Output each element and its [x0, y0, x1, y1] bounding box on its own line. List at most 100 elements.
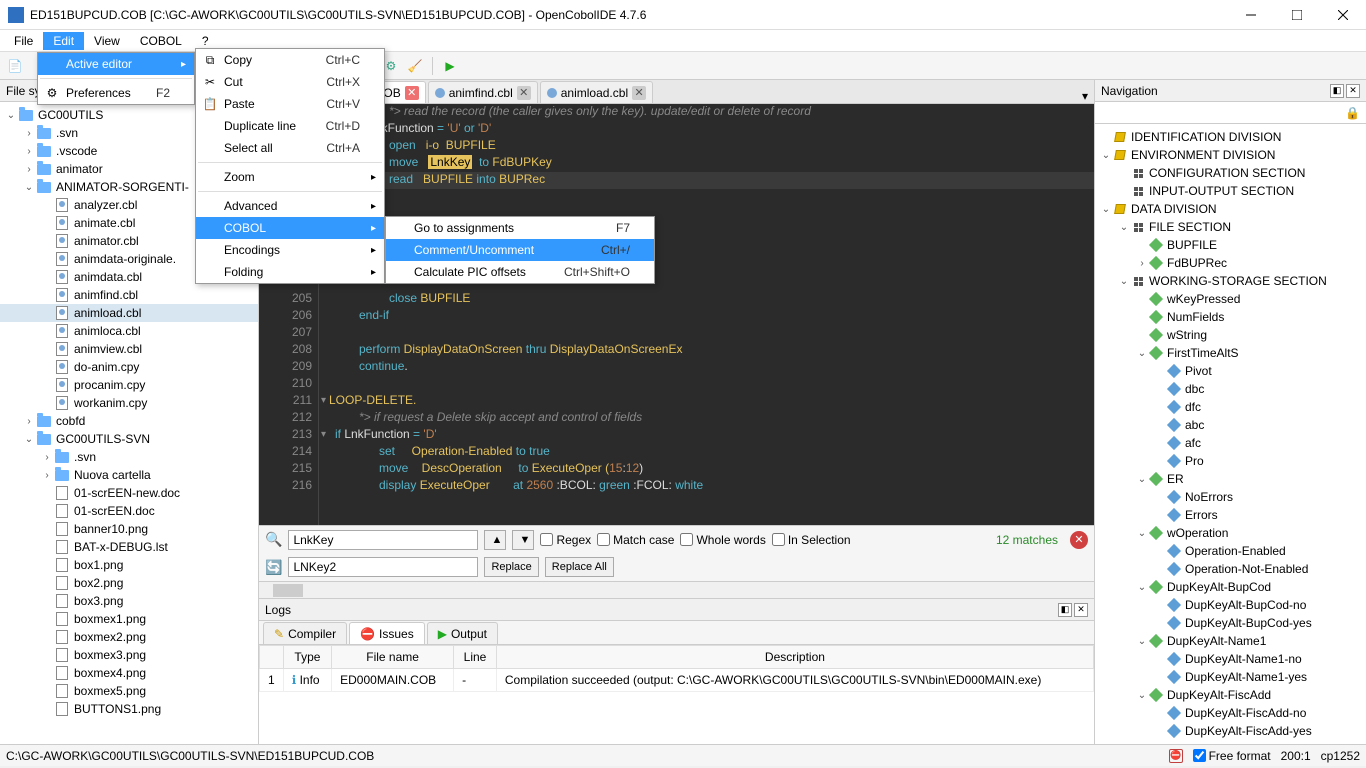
tree-item[interactable]: box2.png [0, 574, 258, 592]
nav-item[interactable]: dfc [1095, 398, 1366, 416]
replace-all-button[interactable]: Replace All [545, 557, 614, 577]
nav-item[interactable]: ⌄DATA DIVISION [1095, 200, 1366, 218]
tree-item[interactable]: boxmex3.png [0, 646, 258, 664]
editor-tab[interactable]: animfind.cbl✕ [428, 81, 538, 103]
menu-edit[interactable]: Edit [43, 32, 84, 50]
nav-item[interactable]: ⌄ER [1095, 470, 1366, 488]
editor-tab[interactable]: animload.cbl✕ [540, 81, 653, 103]
nav-item[interactable]: ⌄DupKeyAlt-FiscAdd [1095, 686, 1366, 704]
tree-item[interactable]: boxmex2.png [0, 628, 258, 646]
search-next-button[interactable]: ▼ [512, 530, 534, 550]
menuitem-advanced[interactable]: Advanced▸ [196, 195, 384, 217]
menuitem-comment[interactable]: Comment/UncommentCtrl+/ [386, 239, 654, 261]
issue-row[interactable]: 1 ℹ Info ED000MAIN.COB - Compilation suc… [260, 669, 1094, 692]
nav-item[interactable]: wString [1095, 326, 1366, 344]
nav-item[interactable]: NoErrors [1095, 488, 1366, 506]
tree-item[interactable]: boxmex1.png [0, 610, 258, 628]
new-file-button[interactable]: 📄 [4, 55, 26, 77]
tree-item[interactable]: BUTTONS1.png [0, 700, 258, 718]
nav-item[interactable]: INPUT-OUTPUT SECTION [1095, 182, 1366, 200]
nav-item[interactable]: ›FdBUPRec [1095, 254, 1366, 272]
replace-input[interactable] [288, 557, 478, 577]
nav-item[interactable]: Pivot [1095, 362, 1366, 380]
nav-item[interactable]: ⌄wOperation [1095, 524, 1366, 542]
tree-item[interactable]: animview.cbl [0, 340, 258, 358]
logs-close-button[interactable]: ✕ [1074, 603, 1088, 617]
nav-item[interactable]: IDENTIFICATION DIVISION [1095, 128, 1366, 146]
nav-item[interactable]: Pro [1095, 452, 1366, 470]
tree-item[interactable]: do-anim.cpy [0, 358, 258, 376]
nav-item[interactable]: ⌄DupKeyAlt-Name1 [1095, 632, 1366, 650]
nav-item[interactable]: Operation-Not-Enabled [1095, 560, 1366, 578]
menuitem-goto-assignments[interactable]: Go to assignmentsF7 [386, 217, 654, 239]
tree-item[interactable]: ›.svn [0, 448, 258, 466]
nav-item[interactable]: ⌄ENVIRONMENT DIVISION [1095, 146, 1366, 164]
tree-item[interactable]: procanim.cpy [0, 376, 258, 394]
close-tab-button[interactable]: ✕ [405, 86, 419, 100]
menu-file[interactable]: File [4, 32, 43, 50]
nav-item[interactable]: DupKeyAlt-Name1-no [1095, 650, 1366, 668]
menu-cobol[interactable]: COBOL [130, 32, 192, 50]
tree-item[interactable]: animfind.cbl [0, 286, 258, 304]
menuitem-preferences[interactable]: ⚙PreferencesF2 [38, 82, 194, 104]
close-search-button[interactable]: ✕ [1070, 531, 1088, 549]
inselection-checkbox[interactable] [772, 533, 785, 546]
nav-item[interactable]: Errors [1095, 506, 1366, 524]
nav-item[interactable]: DupKeyAlt-BupCod-no [1095, 596, 1366, 614]
logs-undock-button[interactable]: ◧ [1058, 603, 1072, 617]
minimize-button[interactable] [1228, 0, 1274, 30]
nav-undock-button[interactable]: ◧ [1330, 84, 1344, 98]
nav-item[interactable]: wKeyPressed [1095, 290, 1366, 308]
menuitem-pic-offsets[interactable]: Calculate PIC offsetsCtrl+Shift+O [386, 261, 654, 283]
menuitem-encodings[interactable]: Encodings▸ [196, 239, 384, 261]
nav-item[interactable]: NumFields [1095, 308, 1366, 326]
tree-item[interactable]: box1.png [0, 556, 258, 574]
nav-item[interactable]: ⌄WORKING-STORAGE SECTION [1095, 272, 1366, 290]
free-format-checkbox[interactable] [1193, 749, 1206, 762]
close-button[interactable] [1320, 0, 1366, 30]
replace-button[interactable]: Replace [484, 557, 538, 577]
navigation-tree[interactable]: IDENTIFICATION DIVISION⌄ENVIRONMENT DIVI… [1095, 124, 1366, 744]
logtab-compiler[interactable]: ✎Compiler [263, 622, 347, 644]
menuitem-paste[interactable]: 📋PasteCtrl+V [196, 93, 384, 115]
run-button[interactable]: ▶ [439, 55, 461, 77]
tree-item[interactable]: workanim.cpy [0, 394, 258, 412]
menu-view[interactable]: View [84, 32, 130, 50]
close-tab-button[interactable]: ✕ [632, 86, 646, 100]
horizontal-scrollbar[interactable] [259, 581, 1094, 598]
nav-item[interactable]: ⌄DupKeyAlt-BupCod [1095, 578, 1366, 596]
tree-item[interactable]: ›Nuova cartella [0, 466, 258, 484]
issues-table[interactable]: Type File name Line Description 1 ℹ Info… [259, 645, 1094, 744]
nav-item[interactable]: DupKeyAlt-BupCod-yes [1095, 614, 1366, 632]
menuitem-cobol[interactable]: COBOL▸ [196, 217, 384, 239]
nav-item[interactable]: dbc [1095, 380, 1366, 398]
tree-item[interactable]: 01-scrEEN.doc [0, 502, 258, 520]
tree-item[interactable]: box3.png [0, 592, 258, 610]
logtab-issues[interactable]: ⛔Issues [349, 622, 425, 644]
nav-item[interactable]: DupKeyAlt-FiscAdd-yes [1095, 722, 1366, 740]
nav-close-button[interactable]: ✕ [1346, 84, 1360, 98]
menuitem-cut[interactable]: ✂CutCtrl+X [196, 71, 384, 93]
maximize-button[interactable] [1274, 0, 1320, 30]
nav-item[interactable]: ⌄FirstTimeAltS [1095, 344, 1366, 362]
nav-item[interactable]: DupKeyAlt-Name1-yes [1095, 668, 1366, 686]
search-prev-button[interactable]: ▲ [484, 530, 506, 550]
tree-item[interactable]: ⌄GC00UTILS-SVN [0, 430, 258, 448]
nav-item[interactable]: ⌄FILE SECTION [1095, 218, 1366, 236]
tree-item[interactable]: animloca.cbl [0, 322, 258, 340]
nav-item[interactable]: BUPFILE [1095, 236, 1366, 254]
clean-button[interactable]: 🧹 [404, 55, 426, 77]
menuitem-duplicate[interactable]: Duplicate lineCtrl+D [196, 115, 384, 137]
wholewords-checkbox[interactable] [680, 533, 693, 546]
logtab-output[interactable]: ▶Output [427, 622, 498, 644]
close-tab-button[interactable]: ✕ [517, 86, 531, 100]
menuitem-zoom[interactable]: Zoom▸ [196, 166, 384, 188]
tree-item[interactable]: 01-scrEEN-new.doc [0, 484, 258, 502]
menuitem-copy[interactable]: ⧉CopyCtrl+C [196, 49, 384, 71]
tree-item[interactable]: animload.cbl [0, 304, 258, 322]
nav-item[interactable]: DupKeyAlt-FiscAdd-no [1095, 704, 1366, 722]
menuitem-folding[interactable]: Folding▸ [196, 261, 384, 283]
nav-item[interactable]: Operation-Enabled [1095, 542, 1366, 560]
nav-item[interactable]: CONFIGURATION SECTION [1095, 164, 1366, 182]
regex-checkbox[interactable] [540, 533, 553, 546]
